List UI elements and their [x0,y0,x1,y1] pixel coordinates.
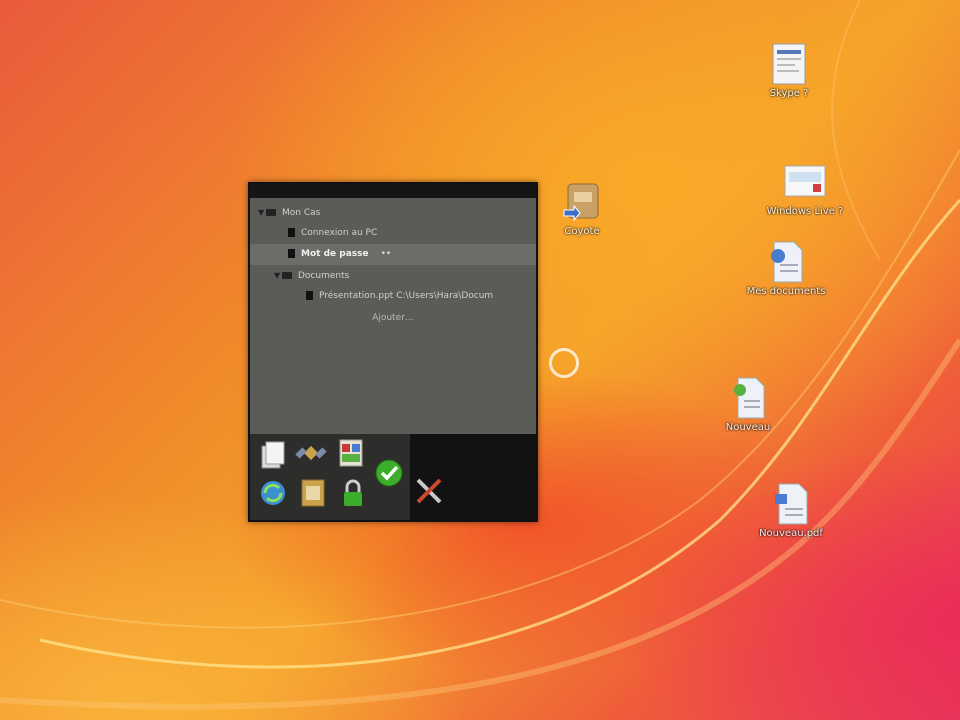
masked-value: •• [380,249,392,259]
desktop-icon-nouveau-pdf[interactable]: Nouveau.pdf [731,482,851,540]
check-icon[interactable] [372,456,406,490]
desktop-icon-label: Windows Live ? [766,206,844,217]
blocked-list-icon[interactable] [334,436,368,470]
loading-spinner-icon [549,348,579,378]
tree-item-row-selected[interactable]: Mot de passe •• [250,244,536,265]
tree-label: Présentation.ppt C:\Users\Hara\Docum [319,291,494,301]
desktop-icon-label: Nouveau [725,422,771,433]
desktop-icon-mes-documents[interactable]: Mes documents [726,240,846,298]
folder-icon [282,272,292,279]
expand-arrow-icon[interactable]: ▼ [258,202,266,223]
expand-arrow-icon[interactable]: ▼ [274,265,282,286]
widget-titlebar[interactable] [250,184,536,198]
text-file-icon [726,376,770,420]
file-icon [769,482,813,526]
tree-item-row[interactable]: Connexion au PC [250,223,536,244]
lock-icon[interactable] [336,476,370,510]
satellite-icon[interactable] [294,436,328,470]
tree-label: Connexion au PC [301,228,378,238]
tree-label: Mot de passe [301,249,369,259]
desktop-icon-label: Nouveau.pdf [759,528,823,539]
desktop-icon-nouveau[interactable]: Nouveau [688,376,808,434]
desktop-icon-label: Mes documents [746,286,826,297]
widget-toolbar [250,434,536,520]
sync-icon[interactable] [256,476,290,510]
desktop-icon-skype[interactable]: Skype ? [729,42,849,100]
desktop-icon-coyote[interactable]: Coyote [522,180,642,238]
word-document-icon [764,240,808,284]
entry-icon [306,291,313,300]
add-entry-link[interactable]: Ajouter… [250,313,536,323]
folder-icon [266,209,276,216]
tree-folder-row[interactable]: ▼ Mon Cas [250,202,536,223]
password-manager-widget: ▼ Mon Cas Connexion au PC Mot de passe •• … [248,182,538,522]
entries-tree: ▼ Mon Cas Connexion au PC Mot de passe •• … [250,198,536,323]
settings-tools-icon[interactable] [412,474,446,508]
tree-label: Mon Cas [282,208,321,218]
document-icon [767,42,811,86]
entry-icon [288,249,295,258]
desktop-icon-label: Skype ? [769,88,809,99]
entry-icon [288,228,295,237]
shortcut-app-icon [560,180,604,224]
tree-folder-row[interactable]: ▼ Documents [250,265,536,286]
tree-item-row[interactable]: Présentation.ppt C:\Users\Hara\Docum [250,286,536,307]
desktop-icon-label: Coyote [564,226,600,237]
tree-label: Documents [298,271,350,281]
new-page-icon[interactable] [256,438,290,472]
desktop-icon-windows-live[interactable]: Windows Live ? [745,160,865,218]
image-file-icon [783,160,827,204]
database-icon[interactable] [296,476,330,510]
